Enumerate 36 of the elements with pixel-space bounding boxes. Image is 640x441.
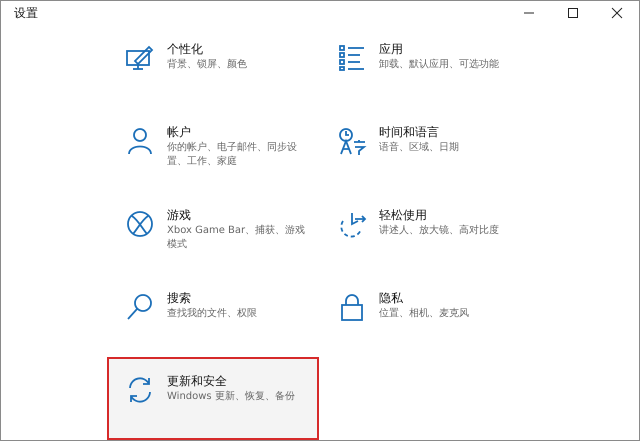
category-title[interactable]: 应用 <box>379 41 519 58</box>
category-description: 查找我的文件、权限 <box>167 307 258 321</box>
window-title: 设置 <box>13 4 38 22</box>
category-item[interactable]: 隐私 位置、相机、麦克风 <box>319 274 531 357</box>
magnifier-icon <box>125 292 155 322</box>
category-description: 讲述人、放大镜、高对比度 <box>379 224 500 238</box>
category-item[interactable]: 轻松使用 讲述人、放大镜、高对比度 <box>319 191 531 274</box>
highlighted-category-item[interactable]: 更新和安全 Windows 更新、恢复、备份 <box>107 357 319 440</box>
category-title[interactable]: 隐私 <box>379 290 519 307</box>
clock-letters-icon <box>337 126 367 156</box>
category-title[interactable]: 个性化 <box>167 41 307 58</box>
category-title[interactable]: 轻松使用 <box>379 207 519 224</box>
maximize-icon <box>567 7 579 19</box>
category-description: 你的帐户、电子邮件、同步设置、工作、家庭 <box>167 141 298 169</box>
category-description: 语音、区域、日期 <box>379 141 460 155</box>
monitor-brush-icon <box>125 43 155 73</box>
category-description: Windows 更新、恢复、备份 <box>167 390 296 404</box>
category-title[interactable]: 搜索 <box>167 290 307 307</box>
close-icon <box>611 7 623 19</box>
category-item[interactable]: 搜索 查找我的文件、权限 <box>107 274 319 357</box>
category-title[interactable]: 时间和语言 <box>379 124 519 141</box>
category-item[interactable]: 时间和语言 语音、区域、日期 <box>319 108 531 191</box>
category-item[interactable]: 个性化 背景、锁屏、颜色 <box>107 25 319 108</box>
person-icon <box>125 126 155 156</box>
category-item[interactable]: 应用 卸载、默认应用、可选功能 <box>319 25 531 108</box>
category-title[interactable]: 更新和安全 <box>167 373 307 390</box>
category-description: Xbox Game Bar、捕获、游戏模式 <box>167 224 306 252</box>
category-description: 背景、锁屏、颜色 <box>167 58 248 72</box>
category-title[interactable]: 帐户 <box>167 124 307 141</box>
category-item[interactable]: 帐户 你的帐户、电子邮件、同步设置、工作、家庭 <box>107 108 319 191</box>
category-description: 卸载、默认应用、可选功能 <box>379 58 500 72</box>
category-item[interactable]: 游戏 Xbox Game Bar、捕获、游戏模式 <box>107 191 319 274</box>
category-title[interactable]: 游戏 <box>167 207 307 224</box>
xbox-circle-icon <box>125 209 155 239</box>
list-icon <box>337 43 367 73</box>
category-description: 位置、相机、麦克风 <box>379 307 470 321</box>
